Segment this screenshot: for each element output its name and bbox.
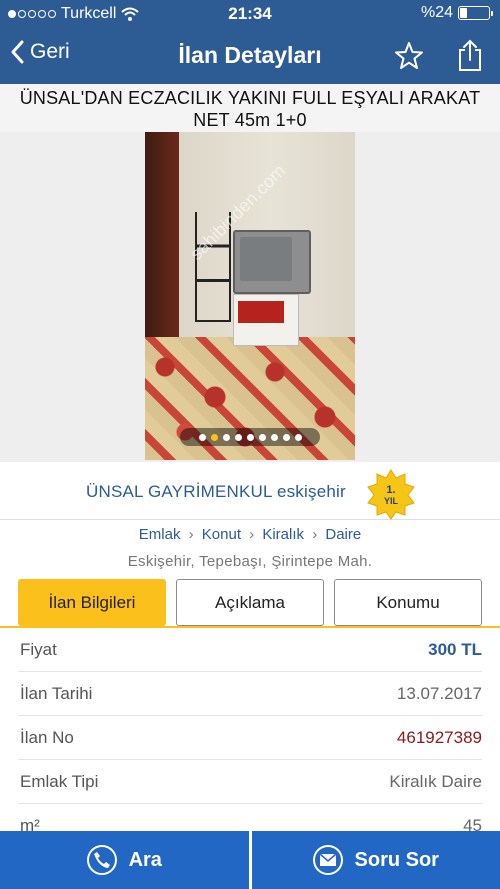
gallery-page-dot[interactable]: [282, 433, 290, 441]
breadcrumb-item[interactable]: Daire: [325, 526, 361, 543]
detail-row-area: m² 45: [18, 804, 482, 832]
tab-listing-info[interactable]: İlan Bilgileri: [18, 579, 166, 626]
detail-value: 13.07.2017: [396, 683, 482, 703]
details-list: Fiyat 300 TL İlan Tarihi 13.07.2017 İlan…: [0, 628, 500, 831]
bottom-action-bar: Ara Soru Sor: [0, 831, 500, 889]
detail-value: 45: [463, 815, 482, 832]
ask-question-label: Soru Sor: [354, 848, 439, 871]
listing-photo[interactable]: sahibinden.com: [145, 132, 355, 460]
gallery-page-dot[interactable]: [210, 433, 218, 441]
envelope-icon: [312, 845, 343, 875]
tab-location[interactable]: Konumu: [334, 579, 482, 626]
breadcrumb-separator: ›: [312, 526, 318, 543]
gallery-page-dot[interactable]: [258, 433, 266, 441]
detail-value: Kiralık Daire: [389, 771, 482, 791]
navigation-bar: Geri İlan Detayları: [0, 28, 500, 84]
battery-icon: [458, 6, 493, 20]
detail-value: 461927389: [396, 727, 482, 747]
gallery-page-dot[interactable]: [198, 433, 206, 441]
breadcrumb-separator: ›: [249, 526, 255, 543]
detail-key: İlan No: [20, 727, 74, 747]
photo-gallery[interactable]: sahibinden.com: [0, 132, 500, 462]
seller-bar[interactable]: ÜNSAL GAYRİMENKUL eskişehir 1. YIL: [0, 462, 500, 520]
detail-key: Emlak Tipi: [20, 771, 99, 791]
detail-key: İlan Tarihi: [20, 683, 93, 703]
breadcrumb-item[interactable]: Kiralık: [262, 526, 304, 543]
detail-key: m²: [20, 815, 40, 832]
favorite-star-icon[interactable]: [394, 41, 424, 71]
breadcrumb-separator: ›: [188, 526, 194, 543]
listing-title: ÜNSAL'DAN ECZACILIK YAKINI FULL EŞYALI A…: [0, 84, 500, 132]
battery-percent: %24: [420, 4, 453, 21]
badge-line2: YIL: [384, 496, 399, 506]
badge-line1: 1.: [386, 484, 395, 496]
gallery-page-dot[interactable]: [294, 433, 302, 441]
seller-name[interactable]: ÜNSAL GAYRİMENKUL eskişehir: [86, 482, 346, 502]
gallery-page-dot[interactable]: [246, 433, 254, 441]
ask-question-button[interactable]: Soru Sor: [252, 831, 500, 889]
phone-icon: [86, 845, 117, 875]
call-button[interactable]: Ara: [0, 831, 249, 889]
top-bar: Turkcell 21:34 %24 Geri İlan Detayları: [0, 0, 500, 84]
back-label: Geri: [30, 40, 70, 63]
gallery-pager[interactable]: [180, 428, 320, 446]
detail-row-date: İlan Tarihi 13.07.2017: [18, 672, 482, 716]
breadcrumb: Emlak › Konut › Kiralık › Daire: [0, 526, 500, 543]
detail-key: Fiyat: [20, 639, 57, 659]
battery-status: %24: [420, 4, 493, 22]
gallery-page-dot[interactable]: [234, 433, 242, 441]
membership-year-badge: 1. YIL: [367, 469, 415, 520]
call-label: Ara: [128, 848, 162, 871]
tab-description[interactable]: Açıklama: [176, 579, 324, 626]
detail-tabs: İlan Bilgileri Açıklama Konumu: [18, 579, 482, 627]
breadcrumb-item[interactable]: Konut: [202, 526, 241, 543]
share-icon[interactable]: [457, 38, 483, 72]
gallery-page-dot[interactable]: [270, 433, 278, 441]
page-title: İlan Detayları: [178, 42, 322, 68]
listing-location: Eskişehir, Tepebaşı, Şirintepe Mah.: [127, 553, 373, 570]
gallery-page-dot[interactable]: [222, 433, 230, 441]
detail-row-property-type: Emlak Tipi Kiralık Daire: [18, 760, 482, 804]
breadcrumb-item[interactable]: Emlak: [139, 526, 181, 543]
status-bar: Turkcell 21:34 %24: [0, 0, 500, 28]
back-button[interactable]: Geri: [10, 40, 70, 64]
detail-row-price: Fiyat 300 TL: [18, 628, 482, 672]
detail-row-listing-no: İlan No 461927389: [18, 716, 482, 760]
chevron-left-icon: [11, 40, 24, 64]
detail-value: 300 TL: [428, 639, 482, 659]
